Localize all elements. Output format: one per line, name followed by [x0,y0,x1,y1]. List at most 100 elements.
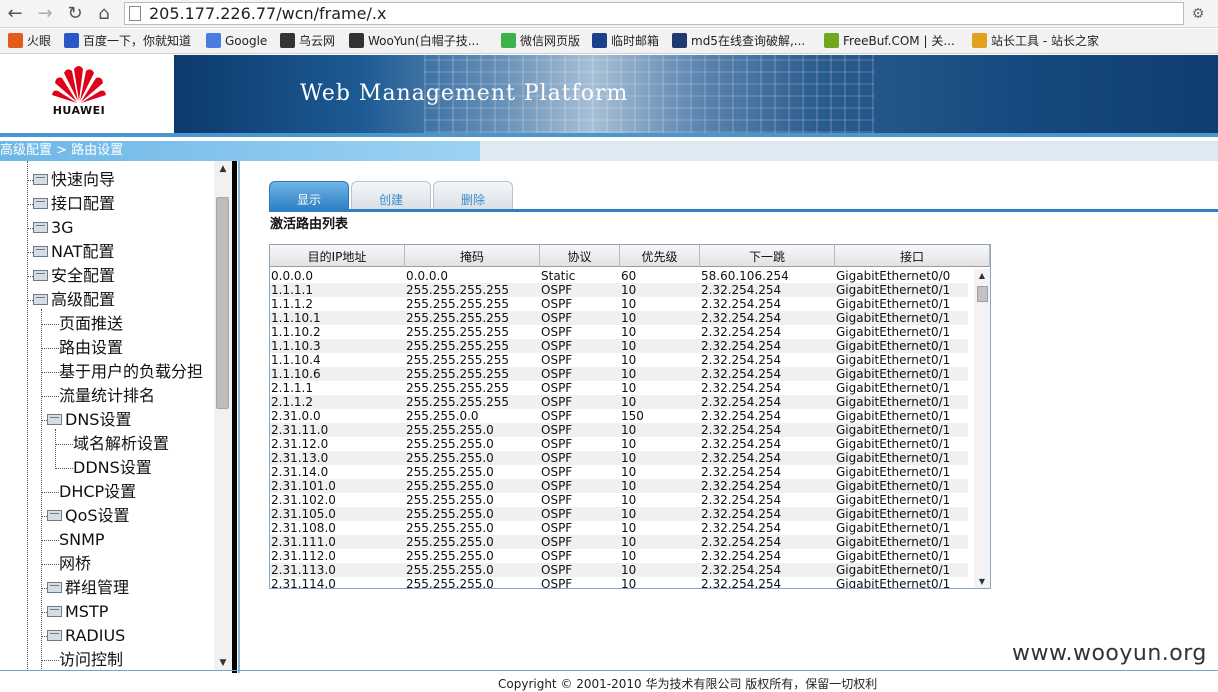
scroll-up-icon[interactable]: ▲ [214,161,232,177]
column-header[interactable]: 优先级 [620,245,700,267]
sidebar-item[interactable]: DNS设置 [41,409,132,431]
table-scrollbar[interactable]: ▲ ▼ [974,269,990,588]
table-row[interactable]: 1.1.10.3 255.255.255.255 OSPF 10 2.32.254.25… [270,339,968,353]
table-row[interactable]: 2.31.13.0 255.255.255.0 OSPF 10 2.32.254.254… [270,451,968,465]
table-row[interactable]: 2.31.102.0 255.255.255.0 OSPF 10 2.32.254.25… [270,493,968,507]
table-cell: 2.32.254.254 [701,297,782,311]
sidebar-item[interactable]: 接口配置 [27,193,115,215]
sidebar-item[interactable]: 安全配置 [27,265,115,287]
table-body[interactable]: 0.0.0.0 0.0.0.0 Static 60 58.60.106.254 Gigab… [270,269,968,589]
table-row[interactable]: 0.0.0.0 0.0.0.0 Static 60 58.60.106.254 Gigab… [270,269,968,283]
sidebar-item[interactable]: QoS设置 [41,505,130,527]
table-row[interactable]: 1.1.10.4 255.255.255.255 OSPF 10 2.32.254.25… [270,353,968,367]
table-row[interactable]: 2.1.1.2 255.255.255.255 OSPF 10 2.32.254.254… [270,395,968,409]
table-cell: 255.255.255.0 [406,563,494,577]
sidebar-item[interactable]: 高级配置 [27,289,115,311]
address-bar[interactable]: 205.177.226.77/wcn/frame/.x [124,2,1184,25]
sidebar-item[interactable]: DHCP设置 [41,481,136,503]
table-cell: 1.1.10.3 [271,339,321,353]
scroll-thumb[interactable] [216,197,229,409]
sidebar-item[interactable]: SNMP [41,529,105,551]
scroll-down-icon[interactable]: ▼ [974,575,990,588]
table-cell: 10 [621,507,637,521]
folder-icon [33,222,48,233]
column-header[interactable]: 协议 [540,245,620,267]
home-icon[interactable]: ⌂ [93,3,115,25]
bookmark-item[interactable]: 站长工具 - 站长之家 [972,32,1099,51]
sidebar-item-label: DNS设置 [65,410,132,429]
table-row[interactable]: 2.31.108.0 255.255.255.0 OSPF 10 2.32.254.25… [270,521,968,535]
url-text[interactable]: 205.177.226.77/wcn/frame/.x [149,4,386,23]
table-row[interactable]: 2.31.105.0 255.255.255.0 OSPF 10 2.32.254.25… [270,507,968,521]
sidebar-item-label: 网桥 [59,554,92,573]
sidebar-item[interactable]: 页面推送 [41,313,123,335]
table-row[interactable]: 1.1.10.6 255.255.255.255 OSPF 10 2.32.254.25… [270,367,968,381]
sidebar-item[interactable]: MSTP [41,601,109,623]
table-row[interactable]: 2.1.1.1 255.255.255.255 OSPF 10 2.32.254.254… [270,381,968,395]
platform-title: Web Management Platform [300,81,629,106]
table-row[interactable]: 2.31.101.0 255.255.255.0 OSPF 10 2.32.254.25… [270,479,968,493]
frame-splitter[interactable] [232,161,240,673]
table-row[interactable]: 2.31.114.0 255.255.255.0 OSPF 10 2.32.254.25… [270,577,968,589]
bookmark-item[interactable]: 临时邮箱 [592,32,659,51]
table-cell: GigabitEthernet0/1 [836,577,951,589]
table-row[interactable]: 2.31.14.0 255.255.255.0 OSPF 10 2.32.254.254… [270,465,968,479]
table-cell: 2.31.105.0 [271,507,336,521]
table-cell: OSPF [541,423,573,437]
table-cell: 150 [621,409,644,423]
column-header[interactable]: 接口 [835,245,990,267]
sidebar-item[interactable]: 流量统计排名 [41,385,155,407]
tab-1[interactable]: 创建 [351,181,431,210]
table-row[interactable]: 2.31.12.0 255.255.255.0 OSPF 10 2.32.254.254… [270,437,968,451]
arrow-left-icon[interactable]: ← [4,3,26,25]
bookmark-item[interactable]: Google [206,32,267,51]
table-row[interactable]: 1.1.1.1 255.255.255.255 OSPF 10 2.32.254.254… [270,283,968,297]
sidebar-item[interactable]: 网桥 [41,553,92,575]
sidebar-item[interactable]: 快速向导 [27,169,115,191]
bookmark-item[interactable]: 火眼 [8,32,51,51]
table-row[interactable]: 2.31.111.0 255.255.255.0 OSPF 10 2.32.254.25… [270,535,968,549]
table-cell: OSPF [541,367,573,381]
column-header[interactable]: 下一跳 [700,245,835,267]
table-cell: 2.32.254.254 [701,451,782,465]
column-header[interactable]: 掩码 [405,245,540,267]
bookmark-item[interactable]: WooYun(白帽子技... [349,32,479,51]
table-row[interactable]: 1.1.10.2 255.255.255.255 OSPF 10 2.32.254.25… [270,325,968,339]
tab-2[interactable]: 删除 [433,181,513,210]
sidebar-item[interactable]: NAT配置 [27,241,114,263]
sidebar-item[interactable]: 3G [27,217,74,239]
sidebar-scrollbar[interactable]: ▲ ▼ [214,161,232,671]
table-row[interactable]: 2.31.113.0 255.255.255.0 OSPF 10 2.32.254.25… [270,563,968,577]
table-row[interactable]: 1.1.10.1 255.255.255.255 OSPF 10 2.32.254.25… [270,311,968,325]
sidebar-item[interactable]: RADIUS [41,625,125,647]
bookmark-item[interactable]: md5在线查询破解,... [672,32,805,51]
bookmark-item[interactable]: 百度一下，你就知道 [64,32,191,51]
sidebar-item[interactable]: 路由设置 [41,337,123,359]
table-cell: GigabitEthernet0/1 [836,521,951,535]
table-row[interactable]: 1.1.1.2 255.255.255.255 OSPF 10 2.32.254.254… [270,297,968,311]
scroll-down-icon[interactable]: ▼ [214,655,232,671]
sidebar-item[interactable]: 基于用户的负载分担 [41,361,203,383]
table-cell: OSPF [541,479,573,493]
reload-icon[interactable]: ↻ [64,3,86,25]
sidebar-item[interactable]: 群组管理 [41,577,129,599]
bookmark-label: 临时邮箱 [611,34,660,48]
arrow-right-icon[interactable]: → [34,3,56,25]
sidebar-item-label: MSTP [65,602,109,621]
bookmark-item[interactable]: 乌云网 [280,32,335,51]
table-cell: OSPF [541,381,573,395]
sidebar-item[interactable]: 域名解析设置 [55,433,169,455]
scroll-thumb[interactable] [977,286,988,302]
tab-0[interactable]: 显示 [269,181,349,210]
bookmark-item[interactable]: FreeBuf.COM | 关... [824,32,955,51]
table-row[interactable]: 2.31.0.0 255.255.0.0 OSPF 150 2.32.254.254 Gi… [270,409,968,423]
sidebar-item[interactable]: 访问控制 [41,649,123,671]
bookmark-item[interactable]: 微信网页版 [501,32,580,51]
sidebar-item[interactable]: DDNS设置 [55,457,152,479]
table-row[interactable]: 2.31.11.0 255.255.255.0 OSPF 10 2.32.254.254… [270,423,968,437]
table-row[interactable]: 2.31.112.0 255.255.255.0 OSPF 10 2.32.254.25… [270,549,968,563]
table-cell: 2.31.102.0 [271,493,336,507]
wrench-icon[interactable]: ⚙ [1184,3,1212,25]
scroll-up-icon[interactable]: ▲ [974,269,990,283]
column-header[interactable]: 目的IP地址 [270,245,405,267]
